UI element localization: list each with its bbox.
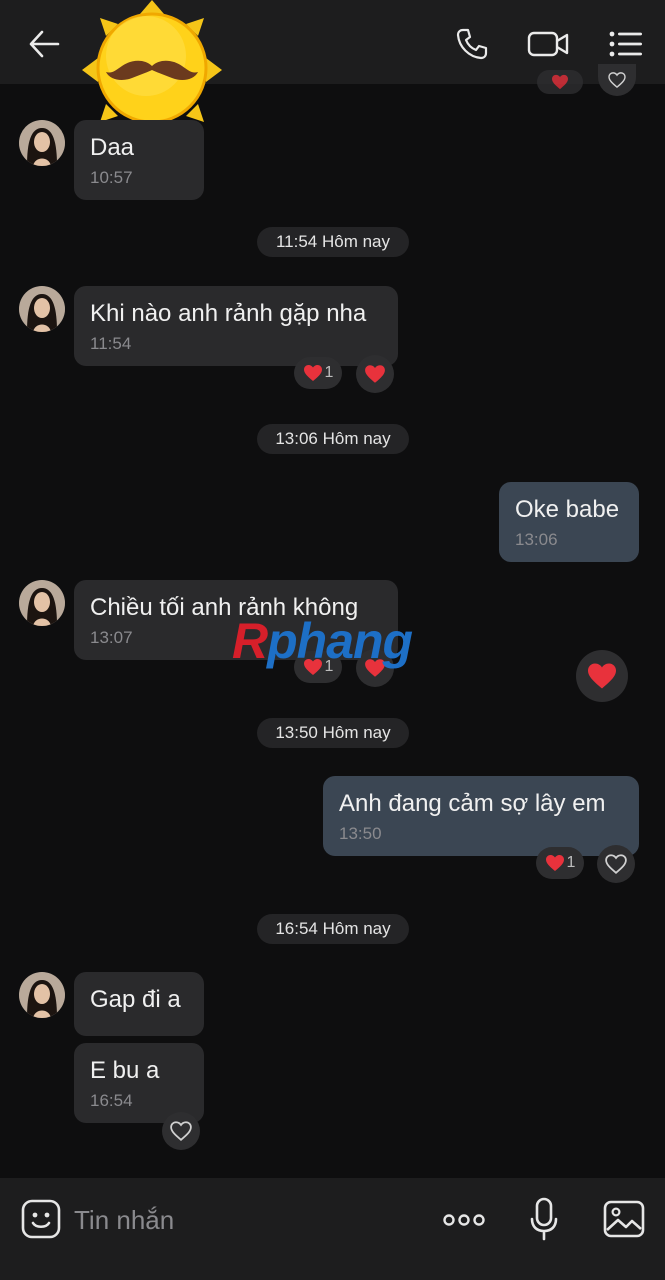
reaction-summary[interactable]: 1 bbox=[294, 357, 342, 389]
message-text: Khi nào anh rảnh gặp nha bbox=[90, 300, 367, 327]
add-reaction-heart-icon-clipped[interactable] bbox=[598, 64, 636, 96]
contact-avatar[interactable] bbox=[19, 972, 65, 1018]
reaction-count: 1 bbox=[324, 364, 334, 381]
message-text: E bu a bbox=[90, 1057, 160, 1084]
reaction-count: 1 bbox=[566, 854, 576, 871]
message-bubble[interactable]: Khi nào anh rảnh gặp nha 11:54 bbox=[74, 286, 398, 366]
message-time: 16:54 bbox=[90, 1091, 133, 1110]
add-reaction-button[interactable] bbox=[597, 845, 635, 883]
message-text: Daa bbox=[90, 134, 135, 161]
message-bubble-outgoing[interactable]: Oke babe 13:06 bbox=[499, 482, 639, 562]
reaction-pill-clipped[interactable] bbox=[537, 70, 583, 94]
add-reaction-button[interactable] bbox=[356, 355, 394, 393]
message-bubble[interactable]: E bu a 16:54 bbox=[74, 1043, 204, 1123]
message-time: 13:50 bbox=[339, 824, 382, 843]
heart-icon bbox=[365, 365, 385, 383]
image-gallery-icon[interactable] bbox=[600, 1196, 648, 1242]
date-divider: 13:06 Hôm nay bbox=[257, 424, 409, 454]
date-divider: 11:54 Hôm nay bbox=[257, 227, 409, 257]
message-bubble[interactable]: Daa 10:57 bbox=[74, 120, 204, 200]
date-divider: 16:54 Hôm nay bbox=[257, 914, 409, 944]
message-text: Anh đang cảm sợ lây em bbox=[339, 790, 606, 817]
sun-mustache-sticker bbox=[72, 0, 232, 140]
watermark-part2: phang bbox=[267, 613, 413, 669]
contact-avatar[interactable] bbox=[19, 580, 65, 626]
sticker-emoji-icon[interactable] bbox=[18, 1196, 64, 1242]
watermark-logo: Rphang bbox=[232, 612, 413, 670]
video-call-icon[interactable] bbox=[526, 22, 570, 66]
phone-icon[interactable] bbox=[450, 22, 494, 66]
message-composer: Tin nhắn bbox=[0, 1178, 665, 1280]
more-options-icon[interactable] bbox=[440, 1198, 488, 1242]
message-bubble[interactable]: Gap đi a bbox=[74, 972, 204, 1036]
date-divider: 13:50 Hôm nay bbox=[257, 718, 409, 748]
list-menu-icon[interactable] bbox=[604, 22, 648, 66]
microphone-icon[interactable] bbox=[524, 1194, 564, 1244]
heart-icon bbox=[303, 365, 322, 381]
message-time: 10:57 bbox=[90, 168, 133, 187]
message-input[interactable]: Tin nhắn bbox=[74, 1198, 414, 1242]
watermark-part1: R bbox=[232, 613, 268, 669]
message-bubble-outgoing[interactable]: Anh đang cảm sợ lây em 13:50 bbox=[323, 776, 639, 856]
add-reaction-button[interactable] bbox=[162, 1112, 200, 1150]
heart-icon bbox=[588, 663, 616, 689]
message-text: Gap đi a bbox=[90, 986, 181, 1013]
reaction-summary[interactable]: 1 bbox=[536, 847, 584, 879]
contact-avatar[interactable] bbox=[19, 120, 65, 166]
message-time: 13:06 bbox=[515, 530, 558, 549]
message-time: 11:54 bbox=[90, 334, 132, 353]
heart-reaction-bubble[interactable] bbox=[576, 650, 628, 702]
back-arrow-icon[interactable] bbox=[22, 22, 66, 66]
contact-avatar[interactable] bbox=[19, 286, 65, 332]
message-text: Oke babe bbox=[515, 496, 620, 523]
heart-outline-icon bbox=[170, 1121, 192, 1141]
heart-outline-icon bbox=[605, 854, 627, 874]
heart-icon bbox=[545, 855, 564, 871]
